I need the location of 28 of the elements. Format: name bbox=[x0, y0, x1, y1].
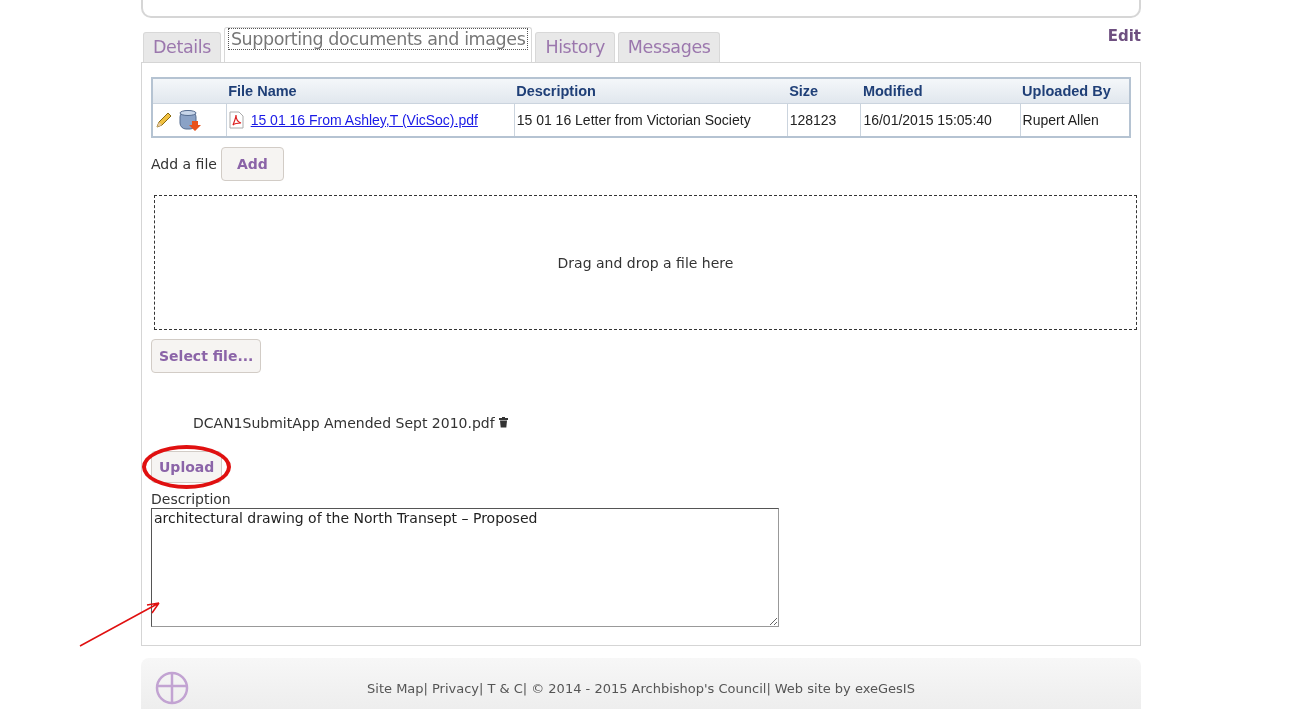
footer-link[interactable]: T & C| bbox=[487, 680, 528, 696]
footer-link[interactable]: Site Map| bbox=[367, 680, 428, 696]
table-cell: 15 01 16 Letter from Victorian Society bbox=[514, 103, 788, 137]
column-header: Modified bbox=[860, 78, 1021, 104]
drop-zone[interactable]: Drag and drop a file here bbox=[154, 195, 1137, 330]
cross-logo-icon bbox=[155, 671, 189, 705]
description-field[interactable]: architectural drawing of the North Transept – Proposed bbox=[151, 508, 779, 627]
column-header: Description bbox=[514, 78, 788, 104]
database-download-icon[interactable] bbox=[177, 108, 201, 132]
file-name: DCAN1SubmitApp Amended Sept 2010.pdf bbox=[193, 415, 495, 431]
footer-link[interactable]: Privacy| bbox=[431, 680, 484, 696]
footer-link[interactable]: Web site by exeGesIS bbox=[774, 680, 915, 696]
edit-link[interactable]: Edit bbox=[1107, 27, 1141, 45]
upload-button[interactable]: Upload bbox=[151, 451, 223, 483]
description-label: Description bbox=[151, 491, 232, 507]
column-header: Uploaded By bbox=[1020, 78, 1130, 104]
table-cell: 16/01/2015 15:05:40 bbox=[860, 103, 1021, 137]
tab[interactable]: Supporting documents and images bbox=[223, 27, 533, 62]
trash-icon[interactable] bbox=[498, 417, 508, 428]
select-file-button[interactable]: Select file... bbox=[151, 339, 262, 373]
add-button[interactable]: Add bbox=[220, 147, 284, 181]
column-header: Size bbox=[787, 78, 861, 104]
footer-link[interactable]: © 2014 - 2015 Archbishop's Council| bbox=[531, 680, 771, 696]
pdf-file-icon bbox=[228, 111, 244, 129]
column-header: File Name bbox=[226, 78, 515, 104]
table-cell: 128123 bbox=[787, 103, 861, 137]
pencil-icon[interactable] bbox=[155, 111, 173, 129]
add-file-label: Add a file bbox=[151, 156, 217, 172]
